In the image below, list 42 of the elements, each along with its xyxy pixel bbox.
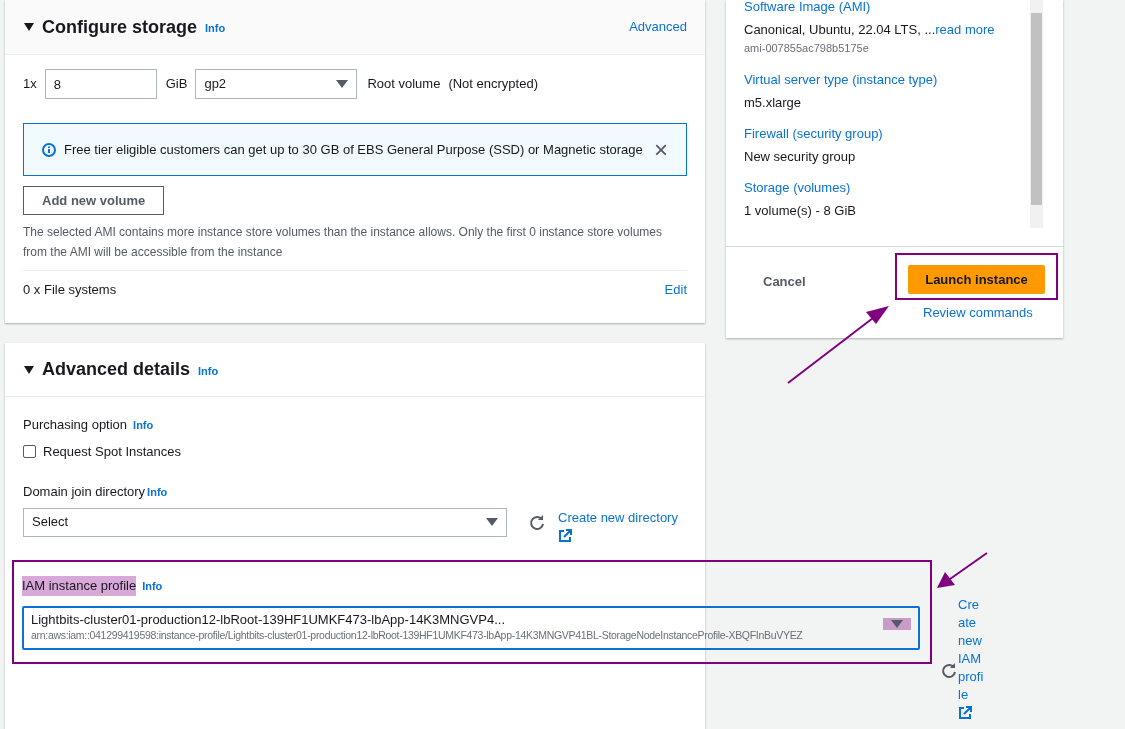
volume-count: 1x: [23, 75, 37, 94]
size-input[interactable]: 8: [44, 69, 157, 99]
unit-label: GiB: [165, 75, 188, 94]
section-title: Configure storage: [42, 15, 197, 39]
summary-link[interactable]: Storage (volumes): [744, 178, 1030, 197]
section-title: Advanced details: [42, 358, 191, 381]
field-label: IAM instance profile: [22, 576, 137, 596]
read-more-link[interactable]: read more: [935, 20, 995, 39]
add-volume-button[interactable]: Add new volume: [23, 186, 165, 215]
summary-value: Canonical, Ubuntu, 22.04 LTS, ...: [744, 21, 936, 39]
edit-link[interactable]: Edit: [664, 279, 687, 300]
encryption-status: (Not encrypted): [448, 75, 538, 94]
directory-select[interactable]: Select: [23, 507, 507, 537]
summary-value: New security group: [744, 148, 856, 166]
field-label: Purchasing option: [23, 416, 128, 434]
create-iam-profile-link[interactable]: Create new IAM profile: [958, 596, 986, 704]
info-link[interactable]: Info: [147, 483, 168, 500]
close-button[interactable]: ×: [654, 137, 668, 162]
alert-message: Free tier eligible customers can get up to 30 GB of EBS General Purpose (SSD) or Magnetic storage: [64, 140, 643, 159]
cancel-button[interactable]: Cancel: [763, 272, 806, 292]
summary-value: m5.xlarge: [744, 94, 802, 112]
info-link[interactable]: Info: [198, 364, 219, 377]
field-label: Domain join directory: [23, 483, 146, 501]
checkbox-label: Request Spot Instances: [43, 442, 182, 461]
volume-type-select[interactable]: gp2: [195, 69, 358, 99]
info-link[interactable]: Info: [142, 577, 163, 594]
info-link[interactable]: Info: [205, 22, 226, 34]
volume-label: Root volume: [367, 75, 441, 94]
summary-link[interactable]: Software Image (AMI): [744, 0, 1030, 16]
store-volumes-note: The selected AMI contains more instance store volumes than the instance allows. Only the first 0 instance store volumes from the AMI will be accessible from the instance: [23, 224, 663, 261]
summary-link[interactable]: Firewall (security group): [744, 124, 1030, 143]
launch-instance-button[interactable]: Launch instance: [908, 265, 1045, 294]
ami-id: ami-007855ac798b5175e: [744, 41, 870, 56]
info-link[interactable]: Info: [133, 416, 154, 433]
profile-arn: arn:aws:iam::041299419598:instance-profile/Lightbits-cluster01-production12-lbRoot-139HF1UMKF473-lbApp-14K3MNGVP41BL-StorageNodeInstanceProfile-XBQFInBuVYEZ: [31, 627, 803, 643]
summary-value: 1 volume(s) - 8 GiB: [744, 202, 856, 220]
summary-link[interactable]: Virtual server type (instance type): [744, 70, 1030, 89]
review-commands-link[interactable]: Review commands: [923, 303, 1033, 323]
selected-profile-name: Lightbits-cluster01-production12-lbRoot-139HF1UMKF473-lbApp-14K3MNGVP4...: [31, 611, 506, 628]
create-directory-link[interactable]: Create new directory: [558, 507, 678, 527]
file-systems-count: 0 x File systems: [23, 280, 117, 299]
advanced-link[interactable]: Advanced: [629, 17, 687, 37]
